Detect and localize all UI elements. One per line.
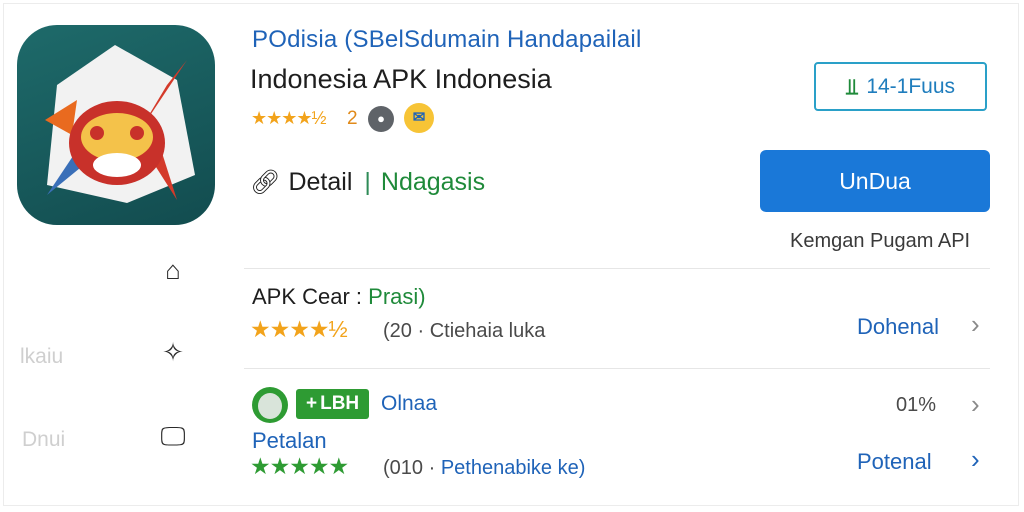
divider [244,368,990,369]
download-button[interactable]: UnDua [760,150,990,212]
badge-label-link[interactable]: Olnaa [381,392,437,416]
rating-value: 2 [347,108,358,129]
chevron-right-icon[interactable]: › [971,389,980,420]
status-badge-label: LBH [320,393,360,414]
rating-stars: ★★★★½ [251,108,327,128]
home-icon[interactable]: ⌂ [153,255,193,285]
list-item-action-link[interactable]: Potenal [857,449,932,475]
detail-row: 🔗︎ Detail | Ndagasis [250,168,485,197]
list-item-subtitle: (010 · Pethenabike ke) [383,457,585,480]
developer-title[interactable]: POdisia (SBelSdumain Handapailail [252,26,641,54]
avatar[interactable] [252,387,288,423]
chevron-right-icon[interactable]: › [971,309,980,340]
list-item-title-text: APK Cear : [252,284,369,309]
percent-value: 01% [896,394,937,416]
version-icon: ⫫ [845,73,859,99]
plus-icon: + [306,393,318,414]
list-item-stars: ★★★★★ [250,453,349,479]
faded-label-1: lkaiu [20,345,64,368]
monitor-icon[interactable]: 🖵 [153,421,193,451]
chevron-right-icon[interactable]: › [971,444,980,475]
separator: | [364,168,371,196]
version-button[interactable]: ⫫ 14-1Fuus [814,62,987,111]
api-info: Kemgan Pugam API [790,230,971,252]
list-item-subtext: Pethenabike ke) [440,457,586,479]
download-label: UnDua [839,167,911,194]
divider [244,268,990,269]
list-item-subtitle: (20 · Ctiehaia luka [383,320,545,343]
list-item-count: (010 · [383,457,441,479]
app-icon[interactable] [17,25,215,225]
version-label: 14-1Fuus [866,74,956,98]
list-item-title[interactable]: APK Cear : Prasi) [252,284,426,310]
link-icon: 🔗︎ [250,169,281,196]
app-name: Indonesia APK Indonesia [250,64,552,94]
list-item-subtext: Ctiehaia luka [429,320,546,342]
list-item-action-link[interactable]: Dohenal [857,314,939,340]
chat-badge-icon: ✉ [404,103,434,133]
app-logo-graphic [45,45,195,203]
puzzle-icon[interactable]: ✧ [153,337,193,367]
faded-label-2: Dnui [22,428,66,451]
list-item-count: (20 · [383,320,430,342]
detail-link[interactable]: Detail [288,168,352,197]
list-item-stars: ★★★★½ [250,316,348,342]
status-badge: + LBH [296,389,370,419]
disc-icon: ● [368,106,394,132]
list-item-title-green: Prasi) [368,284,426,309]
list-item-title[interactable]: Petalan [252,428,327,454]
category-link[interactable]: Ndagasis [381,168,485,197]
